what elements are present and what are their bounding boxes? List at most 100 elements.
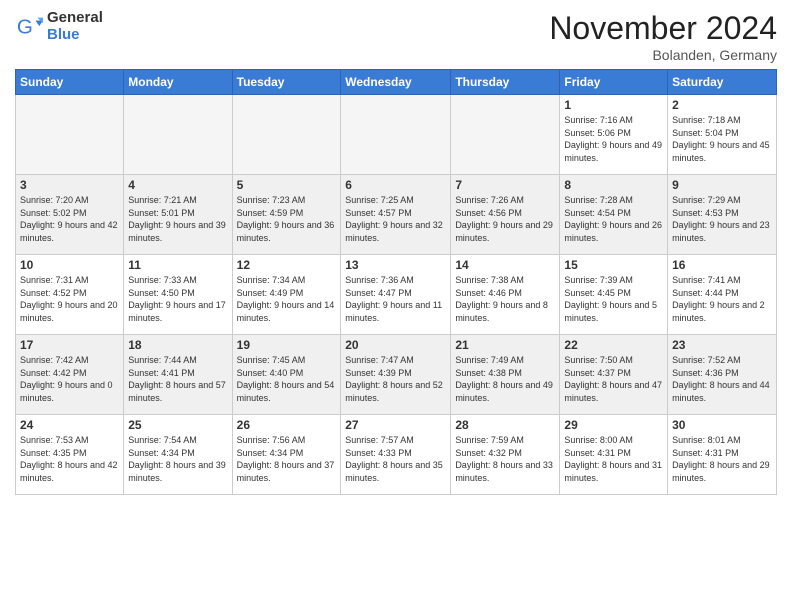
header-wednesday: Wednesday xyxy=(341,70,451,95)
day-number: 18 xyxy=(128,338,227,352)
table-row: 28Sunrise: 7:59 AMSunset: 4:32 PMDayligh… xyxy=(451,415,560,495)
title-block: November 2024 Bolanden, Germany xyxy=(549,10,777,63)
day-info: Sunrise: 7:39 AMSunset: 4:45 PMDaylight:… xyxy=(564,274,663,324)
table-row xyxy=(341,95,451,175)
table-row: 23Sunrise: 7:52 AMSunset: 4:36 PMDayligh… xyxy=(668,335,777,415)
header-friday: Friday xyxy=(560,70,668,95)
calendar-table: Sunday Monday Tuesday Wednesday Thursday… xyxy=(15,69,777,495)
day-number: 16 xyxy=(672,258,772,272)
table-row: 10Sunrise: 7:31 AMSunset: 4:52 PMDayligh… xyxy=(16,255,124,335)
day-info: Sunrise: 7:20 AMSunset: 5:02 PMDaylight:… xyxy=(20,194,119,244)
day-number: 26 xyxy=(237,418,337,432)
logo-blue: Blue xyxy=(47,27,103,44)
table-row: 27 Sunrise: 7:57 AMSunset: 4:33 PMDayligh… xyxy=(341,415,451,495)
day-number: 19 xyxy=(237,338,337,352)
table-row: 4 Sunrise: 7:21 AMSunset: 5:01 PMDaylight… xyxy=(124,175,232,255)
table-row: 24 Sunrise: 7:53 AMSunset: 4:35 PMDayligh… xyxy=(16,415,124,495)
table-row: 5 Sunrise: 7:23 AMSunset: 4:59 PMDaylight… xyxy=(232,175,341,255)
day-number: 30 xyxy=(672,418,772,432)
day-number: 10 xyxy=(20,258,119,272)
day-info: Sunrise: 7:38 AMSunset: 4:46 PMDaylight:… xyxy=(455,274,555,324)
table-row: 11 Sunrise: 7:33 AMSunset: 4:50 PMDayligh… xyxy=(124,255,232,335)
calendar-header-row: Sunday Monday Tuesday Wednesday Thursday… xyxy=(16,70,777,95)
day-info: Sunrise: 7:57 AMSunset: 4:33 PMDaylight:… xyxy=(345,434,446,484)
table-row: 2 Sunrise: 7:18 AMSunset: 5:04 PMDaylight… xyxy=(668,95,777,175)
day-number: 6 xyxy=(345,178,446,192)
day-info: Sunrise: 7:21 AMSunset: 5:01 PMDaylight:… xyxy=(128,194,227,244)
calendar-week-row: 17 Sunrise: 7:42 AMSunset: 4:42 PMDayligh… xyxy=(16,335,777,415)
logo-text: General Blue xyxy=(47,10,103,43)
table-row: 29 Sunrise: 8:00 AMSunset: 4:31 PMDayligh… xyxy=(560,415,668,495)
calendar-week-row: 10Sunrise: 7:31 AMSunset: 4:52 PMDayligh… xyxy=(16,255,777,335)
logo: G General Blue xyxy=(15,10,103,43)
main-container: G General Blue November 2024 Bolanden, G… xyxy=(0,0,792,612)
day-number: 12 xyxy=(237,258,337,272)
table-row xyxy=(232,95,341,175)
table-row: 19 Sunrise: 7:45 AMSunset: 4:40 PMDayligh… xyxy=(232,335,341,415)
day-info: Sunrise: 7:29 AMSunset: 4:53 PMDaylight:… xyxy=(672,194,772,244)
day-info: Sunrise: 7:34 AMSunset: 4:49 PMDaylight:… xyxy=(237,274,337,324)
header-sunday: Sunday xyxy=(16,70,124,95)
day-info: Sunrise: 7:53 AMSunset: 4:35 PMDaylight:… xyxy=(20,434,119,484)
table-row: 8Sunrise: 7:28 AMSunset: 4:54 PMDaylight… xyxy=(560,175,668,255)
day-info: Sunrise: 7:33 AMSunset: 4:50 PMDaylight:… xyxy=(128,274,227,324)
header-saturday: Saturday xyxy=(668,70,777,95)
day-number: 25 xyxy=(128,418,227,432)
day-number: 11 xyxy=(128,258,227,272)
table-row: 21Sunrise: 7:49 AMSunset: 4:38 PMDayligh… xyxy=(451,335,560,415)
day-number: 9 xyxy=(672,178,772,192)
day-number: 3 xyxy=(20,178,119,192)
table-row: 30Sunrise: 8:01 AMSunset: 4:31 PMDayligh… xyxy=(668,415,777,495)
table-row: 18 Sunrise: 7:44 AMSunset: 4:41 PMDayligh… xyxy=(124,335,232,415)
table-row: 7 Sunrise: 7:26 AMSunset: 4:56 PMDaylight… xyxy=(451,175,560,255)
calendar-week-row: 1Sunrise: 7:16 AMSunset: 5:06 PMDaylight… xyxy=(16,95,777,175)
table-row xyxy=(16,95,124,175)
day-number: 20 xyxy=(345,338,446,352)
table-row: 25 Sunrise: 7:54 AMSunset: 4:34 PMDayligh… xyxy=(124,415,232,495)
day-info: Sunrise: 7:18 AMSunset: 5:04 PMDaylight:… xyxy=(672,114,772,164)
day-info: Sunrise: 7:41 AMSunset: 4:44 PMDaylight:… xyxy=(672,274,772,324)
day-info: Sunrise: 7:44 AMSunset: 4:41 PMDaylight:… xyxy=(128,354,227,404)
day-number: 17 xyxy=(20,338,119,352)
table-row xyxy=(451,95,560,175)
day-number: 13 xyxy=(345,258,446,272)
table-row: 16 Sunrise: 7:41 AMSunset: 4:44 PMDayligh… xyxy=(668,255,777,335)
header-thursday: Thursday xyxy=(451,70,560,95)
day-info: Sunrise: 7:26 AMSunset: 4:56 PMDaylight:… xyxy=(455,194,555,244)
day-number: 29 xyxy=(564,418,663,432)
logo-icon: G xyxy=(15,13,43,41)
day-info: Sunrise: 8:00 AMSunset: 4:31 PMDaylight:… xyxy=(564,434,663,484)
header: G General Blue November 2024 Bolanden, G… xyxy=(15,10,777,63)
day-number: 24 xyxy=(20,418,119,432)
header-tuesday: Tuesday xyxy=(232,70,341,95)
day-number: 7 xyxy=(455,178,555,192)
day-info: Sunrise: 7:23 AMSunset: 4:59 PMDaylight:… xyxy=(237,194,337,244)
header-monday: Monday xyxy=(124,70,232,95)
day-number: 21 xyxy=(455,338,555,352)
svg-text:G: G xyxy=(17,15,33,38)
day-info: Sunrise: 7:50 AMSunset: 4:37 PMDaylight:… xyxy=(564,354,663,404)
day-number: 5 xyxy=(237,178,337,192)
table-row: 14Sunrise: 7:38 AMSunset: 4:46 PMDayligh… xyxy=(451,255,560,335)
day-info: Sunrise: 7:28 AMSunset: 4:54 PMDaylight:… xyxy=(564,194,663,244)
day-number: 23 xyxy=(672,338,772,352)
day-number: 22 xyxy=(564,338,663,352)
day-info: Sunrise: 7:54 AMSunset: 4:34 PMDaylight:… xyxy=(128,434,227,484)
day-info: Sunrise: 7:42 AMSunset: 4:42 PMDaylight:… xyxy=(20,354,119,404)
table-row: 12 Sunrise: 7:34 AMSunset: 4:49 PMDayligh… xyxy=(232,255,341,335)
day-info: Sunrise: 7:36 AMSunset: 4:47 PMDaylight:… xyxy=(345,274,446,324)
table-row: 3 Sunrise: 7:20 AMSunset: 5:02 PMDaylight… xyxy=(16,175,124,255)
logo-general: General xyxy=(47,10,103,27)
table-row: 17 Sunrise: 7:42 AMSunset: 4:42 PMDayligh… xyxy=(16,335,124,415)
day-number: 27 xyxy=(345,418,446,432)
location: Bolanden, Germany xyxy=(549,47,777,63)
table-row: 1Sunrise: 7:16 AMSunset: 5:06 PMDaylight… xyxy=(560,95,668,175)
day-number: 4 xyxy=(128,178,227,192)
day-info: Sunrise: 7:45 AMSunset: 4:40 PMDaylight:… xyxy=(237,354,337,404)
day-number: 2 xyxy=(672,98,772,112)
month-title: November 2024 xyxy=(549,10,777,47)
day-number: 15 xyxy=(564,258,663,272)
table-row: 15 Sunrise: 7:39 AMSunset: 4:45 PMDayligh… xyxy=(560,255,668,335)
calendar-week-row: 24 Sunrise: 7:53 AMSunset: 4:35 PMDayligh… xyxy=(16,415,777,495)
table-row: 13 Sunrise: 7:36 AMSunset: 4:47 PMDayligh… xyxy=(341,255,451,335)
